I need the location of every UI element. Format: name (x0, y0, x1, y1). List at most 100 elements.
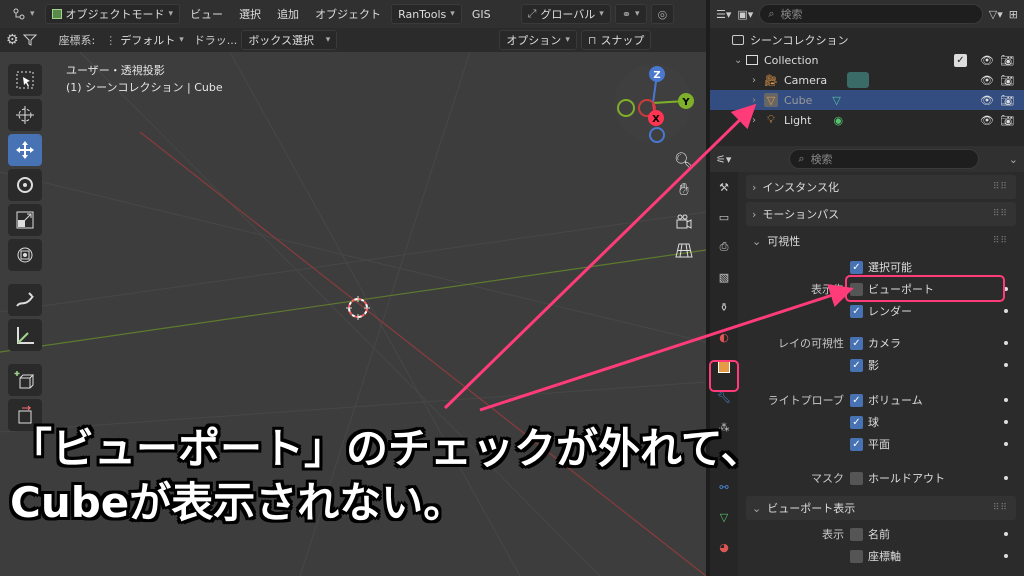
tab-material[interactable]: ◕ (710, 532, 738, 562)
tab-world[interactable]: ◐ (710, 322, 738, 352)
add-cube-tool[interactable] (8, 364, 42, 396)
selectable-checkbox[interactable]: ✓ (850, 260, 863, 274)
coord-system-value: デフォルト (120, 34, 176, 47)
select-box-tool[interactable] (8, 64, 42, 96)
render-camera-icon[interactable]: 📷︎ (1000, 54, 1014, 67)
volume-checkbox[interactable]: ✓ (850, 393, 863, 407)
name-checkbox[interactable] (850, 527, 863, 541)
rotate-tool[interactable] (8, 169, 42, 201)
pivot-point-select[interactable]: ⚭ ▾ (614, 4, 647, 24)
eye-icon[interactable]: 👁︎ (980, 54, 994, 67)
menu-object[interactable]: オブジェクト (309, 4, 387, 24)
drag-handle-icon[interactable]: ⠿⠿ (993, 209, 1008, 219)
tab-scene[interactable]: ⚱ (710, 292, 738, 322)
outliner-row-collection[interactable]: ⌄ Collection ✓ 👁︎ 📷︎ (710, 50, 1024, 70)
ran-tools-menu[interactable]: RanTools ▾ (391, 4, 462, 24)
eye-icon[interactable]: 👁︎ (980, 74, 994, 87)
drag-handle-icon[interactable]: ⠿⠿ (993, 236, 1008, 246)
panel-viewport-display[interactable]: ⌄ ビューポート表示 ⠿⠿ (746, 496, 1016, 520)
drag-handle-icon[interactable]: ⠿⠿ (993, 182, 1008, 192)
outliner-search-input[interactable]: ⌕ 検索 (759, 4, 983, 24)
chevron-down-icon[interactable]: ⌄ (734, 55, 746, 66)
eye-icon[interactable]: 👁︎ (980, 114, 994, 127)
display-mode-icon[interactable]: ▣▾ (737, 8, 753, 21)
plane-checkbox[interactable]: ✓ (850, 437, 863, 451)
render-camera-icon[interactable]: 📷︎ (1000, 94, 1014, 107)
keyframe-dot[interactable] (1004, 309, 1008, 313)
keyframe-dot[interactable] (1004, 398, 1008, 402)
outliner-row-scene-collection[interactable]: シーンコレクション (710, 30, 1024, 50)
measure-icon (17, 327, 34, 344)
chevron-right-icon[interactable]: › (752, 95, 764, 106)
camera-icon (676, 214, 692, 229)
light-data-icon[interactable]: ◉ (833, 114, 843, 127)
filter-icon[interactable]: ▽▾ (989, 8, 1003, 21)
cursor-tool[interactable] (8, 99, 42, 131)
chevron-right-icon[interactable]: › (752, 75, 764, 86)
new-collection-icon[interactable]: ⊞ (1009, 8, 1018, 21)
keyframe-dot[interactable] (1004, 363, 1008, 367)
gear-icon[interactable]: ⚙ (6, 32, 19, 48)
chevron-down-icon[interactable]: ⌄ (1009, 153, 1018, 166)
coord-system-select[interactable]: ⋮ デフォルト ▾ (99, 30, 190, 50)
keyframe-dot[interactable] (1004, 341, 1008, 345)
mode-select[interactable]: オブジェクトモード ▾ (44, 4, 181, 24)
tab-view-layer[interactable]: ▧ (710, 262, 738, 292)
transform-tool[interactable] (8, 239, 42, 271)
zoom-button[interactable]: 🔍︎ (670, 146, 698, 174)
panel-motion-paths[interactable]: › モーションパス ⠿⠿ (746, 202, 1016, 226)
sphere-checkbox[interactable]: ✓ (850, 415, 863, 429)
measure-tool[interactable] (8, 319, 42, 351)
drag-select[interactable]: ボックス選択 ▾ (241, 30, 338, 50)
editor-type-button[interactable]: ▾ (6, 4, 41, 24)
keyframe-dot[interactable] (1004, 554, 1008, 558)
move-tool[interactable] (8, 134, 42, 166)
proportional-edit-button[interactable]: ◎ (650, 4, 675, 24)
keyframe-dot[interactable] (1004, 476, 1008, 480)
axes-checkbox[interactable] (850, 549, 863, 563)
navigation-gizmo[interactable]: Z Y X (612, 62, 694, 144)
menu-add[interactable]: 追加 (271, 4, 305, 24)
panel-visibility[interactable]: ⌄ 可視性 ⠿⠿ (746, 229, 1016, 253)
exclude-checkbox[interactable]: ✓ (954, 53, 967, 67)
tab-tool[interactable]: ⚒︎ (710, 172, 738, 202)
options-menu[interactable]: オプション ▾ (499, 30, 577, 50)
annotate-tool[interactable] (8, 284, 42, 316)
scale-tool[interactable] (8, 204, 42, 236)
snap-button[interactable]: ⊓ スナップ (580, 30, 652, 50)
properties-editor-icon[interactable]: ⚟▾ (716, 153, 731, 166)
menu-select[interactable]: 選択 (233, 4, 267, 24)
pan-button[interactable]: ✋︎ (670, 176, 698, 204)
mesh-data-icon[interactable]: ▽ (832, 94, 840, 107)
menu-view[interactable]: ビュー (184, 4, 229, 24)
keyframe-dot[interactable] (1004, 532, 1008, 536)
outliner-row-camera[interactable]: › 🎥︎ Camera 👁︎ 📷︎ (710, 70, 1024, 90)
camera-checkbox[interactable]: ✓ (850, 336, 863, 350)
keyframe-dot[interactable] (1004, 442, 1008, 446)
render-camera-icon[interactable]: 📷︎ (1000, 74, 1014, 87)
properties-search-input[interactable]: ⌕ 検索 (789, 149, 980, 169)
chevron-right-icon[interactable]: › (752, 115, 764, 126)
holdout-checkbox[interactable] (850, 471, 863, 485)
keyframe-dot[interactable] (1004, 420, 1008, 424)
world-icon: ◐ (719, 330, 729, 344)
chevron-down-icon: ▾ (635, 9, 640, 19)
panel-instancing[interactable]: › インスタンス化 ⠿⠿ (746, 175, 1016, 199)
eye-icon[interactable]: 👁︎ (980, 94, 994, 107)
outliner-editor-icon[interactable]: ☰▾ (716, 8, 731, 21)
cube-label: Cube (784, 93, 813, 107)
tab-render[interactable]: ▭ (710, 202, 738, 232)
render-camera-icon[interactable]: 📷︎ (1000, 114, 1014, 127)
perspective-toggle-button[interactable] (670, 236, 698, 264)
outliner-row-cube[interactable]: › ▽ Cube ▽ 👁︎ 📷︎ (710, 90, 1024, 110)
render-checkbox[interactable]: ✓ (850, 304, 863, 318)
filter-icon[interactable] (22, 33, 37, 47)
tab-output[interactable]: ⎙ (710, 232, 738, 262)
outliner-row-light[interactable]: › 💡︎ Light ◉ 👁︎ 📷︎ (710, 110, 1024, 130)
drag-handle-icon[interactable]: ⠿⠿ (993, 503, 1008, 513)
camera-data-icon[interactable] (847, 72, 870, 88)
gis-menu[interactable]: GIS (466, 4, 497, 24)
transform-orientation-select[interactable]: ⤢ グローバル ▾ (520, 4, 611, 24)
camera-view-button[interactable] (670, 208, 698, 236)
shadow-checkbox[interactable]: ✓ (850, 358, 863, 372)
